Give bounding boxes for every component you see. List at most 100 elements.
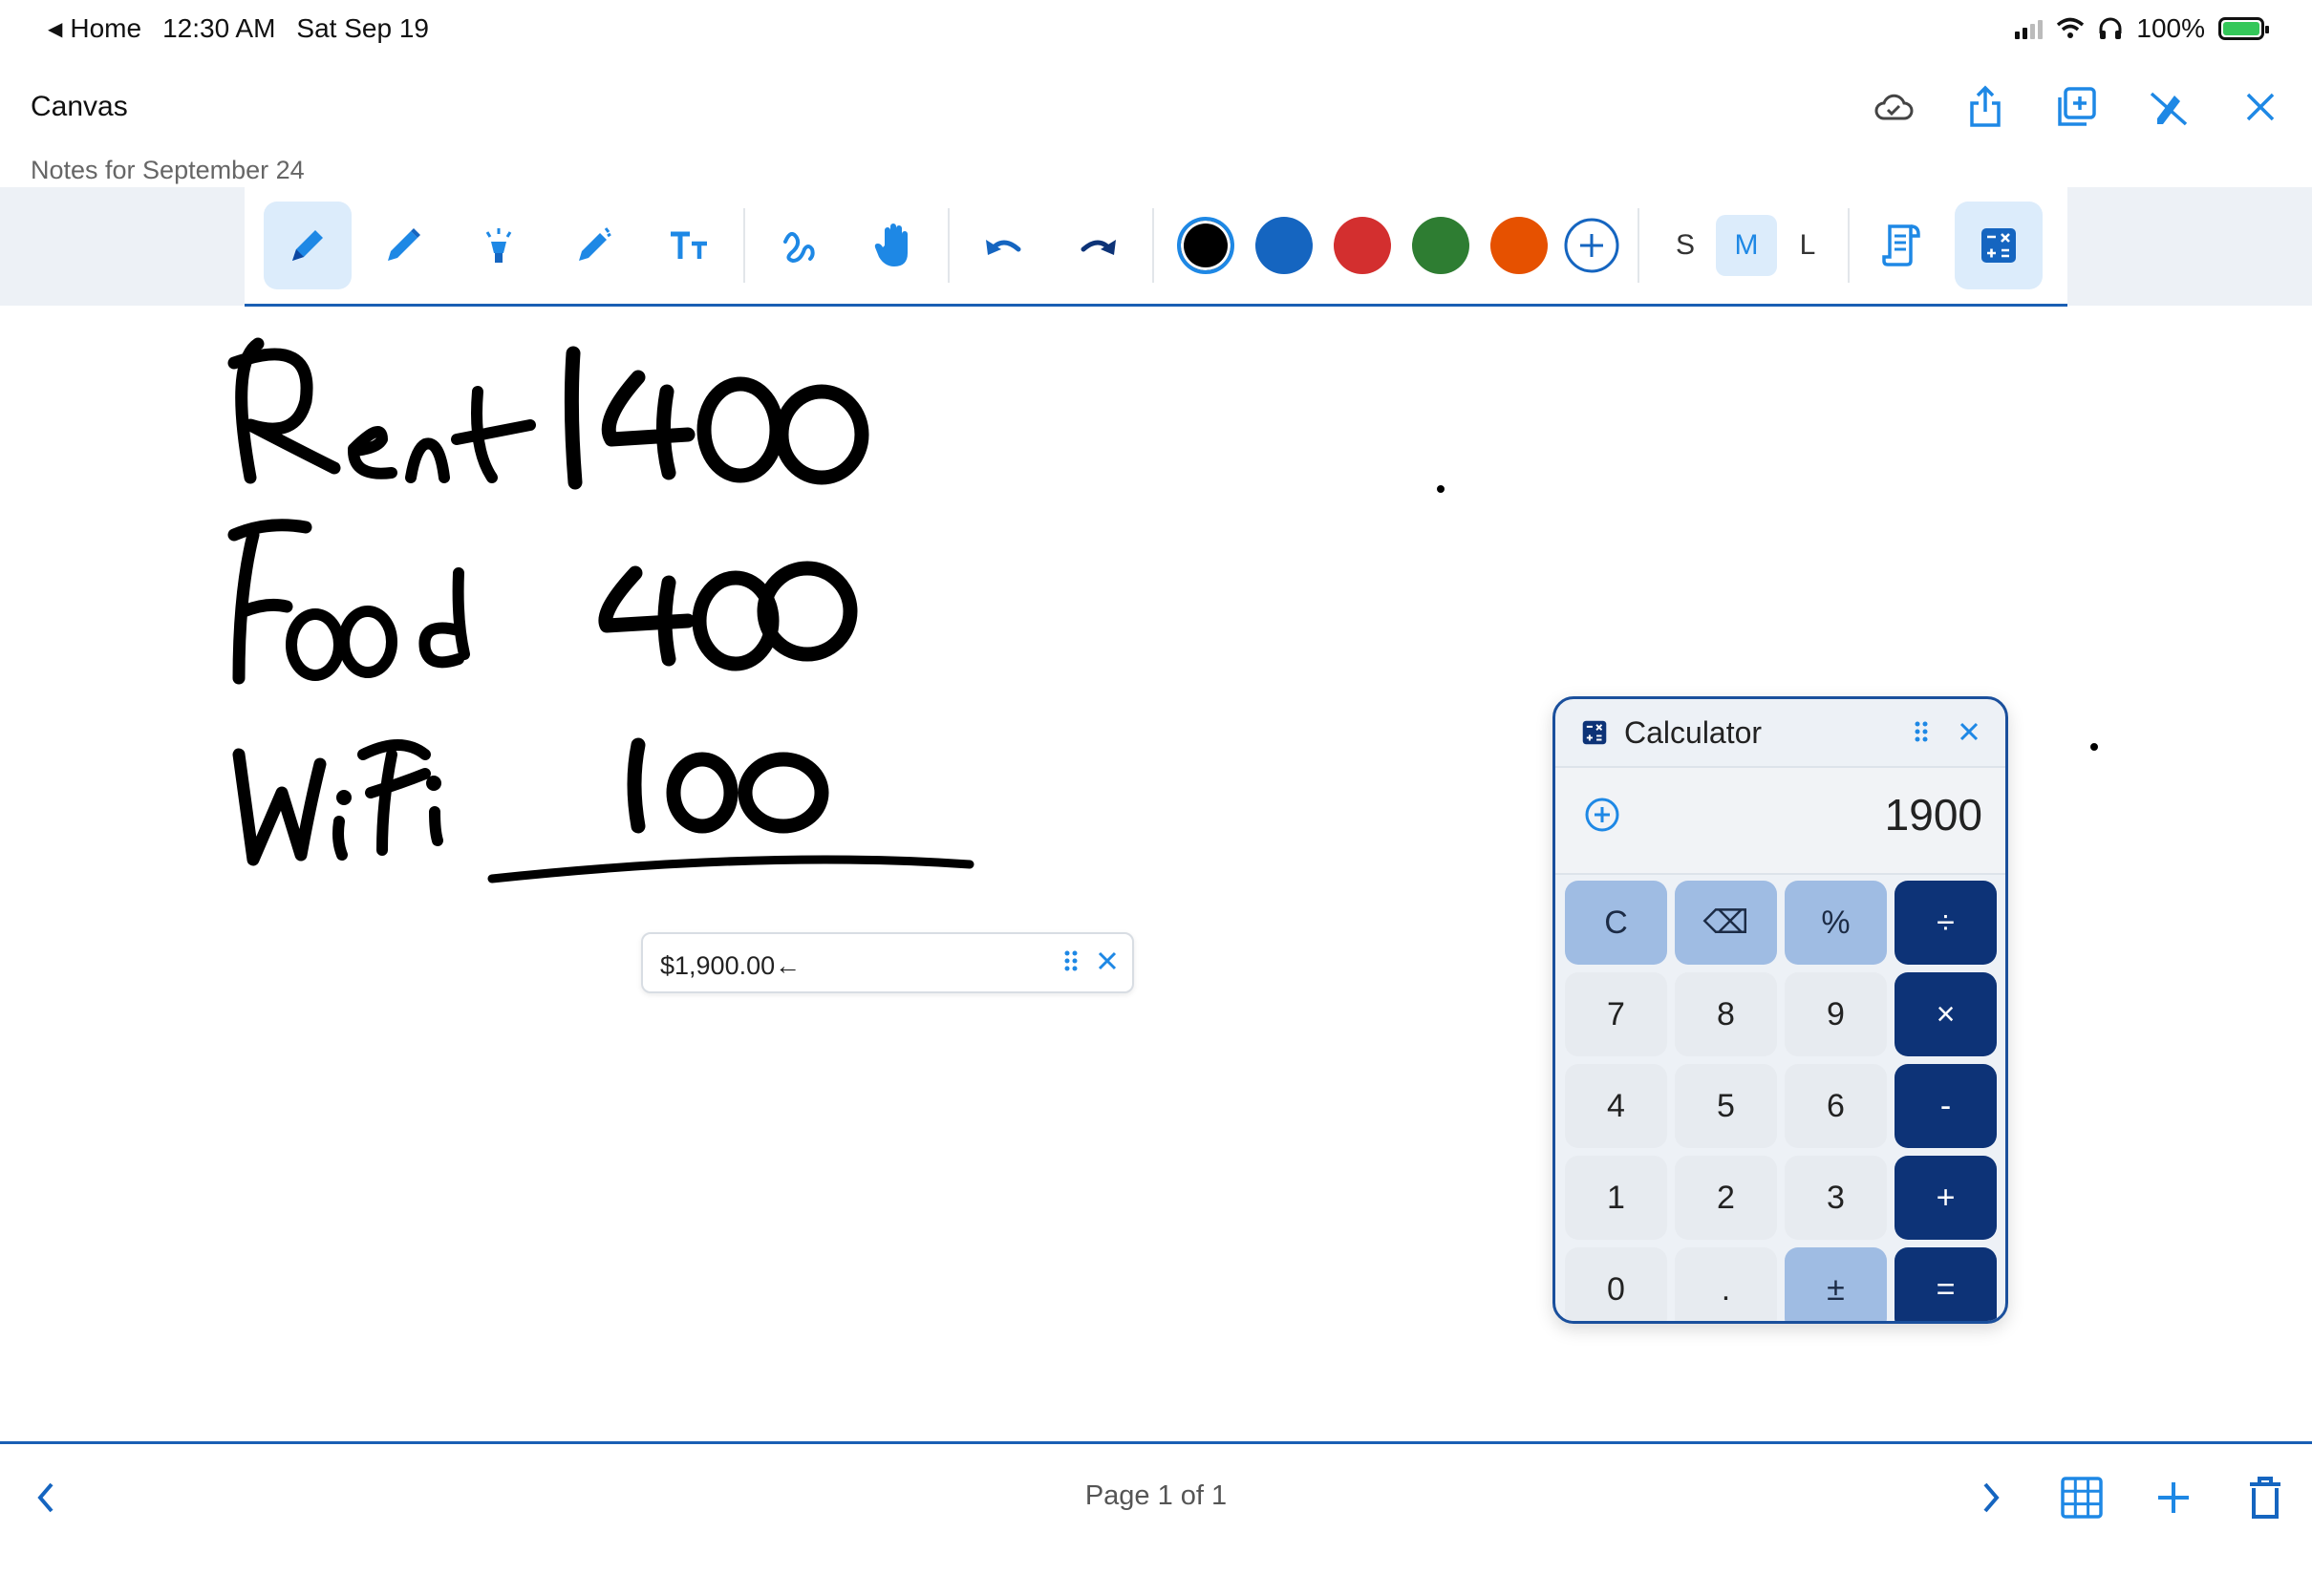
toolbar-divider [1152, 208, 1154, 283]
ink-stroke [429, 806, 443, 846]
ink-dot [1437, 485, 1445, 493]
calc-key[interactable]: 8 [1675, 972, 1777, 1056]
pen-tool[interactable] [264, 202, 352, 289]
calculator-icon [1981, 228, 2016, 263]
calc-key[interactable]: 5 [1675, 1064, 1777, 1148]
marker-icon [579, 227, 611, 261]
ink-stroke [336, 790, 352, 805]
drag-handle-icon[interactable] [1914, 720, 1929, 748]
wifi-icon [2057, 17, 2085, 38]
receipt-icon [1882, 224, 1920, 266]
plus-icon[interactable] [2149, 1473, 2198, 1522]
calculator-header[interactable]: Calculator [1555, 699, 2005, 766]
ink-underline [487, 855, 974, 883]
ink-stroke [598, 565, 696, 667]
text-tool[interactable] [646, 202, 734, 289]
page-subtitle: Notes for September 24 [31, 156, 305, 184]
pen-off-icon[interactable] [2144, 82, 2194, 132]
ink-stroke [738, 752, 829, 834]
close-icon[interactable] [2236, 82, 2285, 132]
calculator-tool[interactable] [1955, 202, 2043, 289]
calc-key[interactable]: % [1785, 881, 1887, 965]
lasso-icon [783, 231, 815, 264]
trash-icon[interactable] [2240, 1473, 2290, 1522]
pen-icon [292, 230, 323, 261]
calc-key[interactable]: ⌫ [1675, 881, 1777, 965]
color-swatch-blue[interactable] [1255, 217, 1313, 274]
calc-key[interactable]: C [1565, 881, 1667, 965]
color-swatch-black[interactable] [1177, 217, 1234, 274]
undo-icon [986, 240, 1021, 255]
headphones-icon [2099, 17, 2122, 39]
cellular-signal-icon [2015, 18, 2044, 39]
add-page-icon[interactable] [2052, 82, 2102, 132]
ink-stroke [232, 748, 327, 866]
highlighter-tool[interactable] [455, 202, 543, 289]
calculation-result-chip[interactable]: $1,900.00← [641, 932, 1134, 993]
calc-key[interactable]: + [1895, 1156, 1997, 1240]
ink-dot [2090, 743, 2098, 751]
color-swatch-red[interactable] [1334, 217, 1391, 274]
calc-key[interactable]: 9 [1785, 972, 1887, 1056]
plus-circle-icon [1564, 218, 1619, 273]
color-swatch-orange[interactable] [1490, 217, 1548, 274]
drawing-toolbar: S M L [245, 187, 2067, 307]
grid-icon[interactable] [2057, 1473, 2107, 1522]
size-small[interactable]: S [1655, 215, 1716, 276]
calc-key[interactable]: 3 [1785, 1156, 1887, 1240]
text-icon [671, 231, 707, 259]
calc-key[interactable]: × [1895, 972, 1997, 1056]
calc-key[interactable]: 2 [1675, 1156, 1777, 1240]
hand-tool[interactable] [850, 202, 938, 289]
back-to-home[interactable]: ◀ Home [48, 13, 141, 44]
ink-stroke [357, 739, 431, 856]
calc-key[interactable]: - [1895, 1064, 1997, 1148]
header-actions [1869, 82, 2285, 132]
ink-stroke [348, 426, 397, 479]
calc-key[interactable]: 7 [1565, 972, 1667, 1056]
size-medium[interactable]: M [1716, 215, 1777, 276]
marker-tool[interactable] [550, 202, 638, 289]
undo-button[interactable] [959, 202, 1047, 289]
ink-stroke [627, 737, 646, 834]
ink-stroke [666, 752, 739, 834]
drag-handle-icon[interactable] [1063, 949, 1079, 977]
calc-key[interactable]: ÷ [1895, 881, 1997, 965]
pencil-tool[interactable] [359, 202, 447, 289]
ink-stroke [418, 567, 470, 669]
calc-key[interactable]: 4 [1565, 1064, 1667, 1148]
ink-stroke [601, 370, 696, 480]
calc-key[interactable]: ± [1785, 1247, 1887, 1321]
hand-icon [874, 223, 908, 266]
calculator-display: 1900 [1555, 766, 2005, 875]
page-title: Canvas [31, 91, 128, 122]
toolbar-divider [948, 208, 950, 283]
color-swatch-green[interactable] [1412, 217, 1469, 274]
receipt-tool[interactable] [1859, 202, 1947, 289]
close-icon[interactable] [1958, 720, 1980, 748]
calc-key[interactable]: 0 [1565, 1247, 1667, 1321]
result-value: $1,900.00← [660, 951, 802, 980]
insert-to-canvas-icon[interactable] [1584, 797, 1620, 838]
lasso-tool[interactable] [755, 202, 843, 289]
back-triangle-icon: ◀ [48, 18, 63, 40]
ink-stroke [426, 776, 441, 791]
calc-key[interactable]: 6 [1785, 1064, 1887, 1148]
size-large[interactable]: L [1777, 215, 1838, 276]
page-navigation-bar: Page 1 of 1 [0, 1441, 2312, 1596]
calculator-keypad: C ⌫% ÷ 7 8 9 × 4 5 6- 1 2 3 +0. ± = [1565, 881, 1997, 1321]
calc-key[interactable]: = [1895, 1247, 1997, 1321]
add-color-button[interactable] [1555, 202, 1628, 289]
redo-icon [1081, 240, 1116, 255]
status-bar: ◀ Home 12:30 AM Sat Sep 19 100% [0, 0, 2312, 61]
calc-key[interactable]: 1 [1565, 1156, 1667, 1240]
redo-button[interactable] [1055, 202, 1143, 289]
close-icon[interactable] [1096, 949, 1119, 977]
cloud-check-icon[interactable] [1869, 82, 1918, 132]
highlighter-icon [485, 228, 512, 263]
share-icon[interactable] [1960, 82, 2010, 132]
ink-stroke [332, 816, 348, 861]
calc-key[interactable]: . [1675, 1247, 1777, 1321]
toolbar-divider [743, 208, 745, 283]
chevron-right-icon[interactable] [1966, 1473, 2016, 1522]
